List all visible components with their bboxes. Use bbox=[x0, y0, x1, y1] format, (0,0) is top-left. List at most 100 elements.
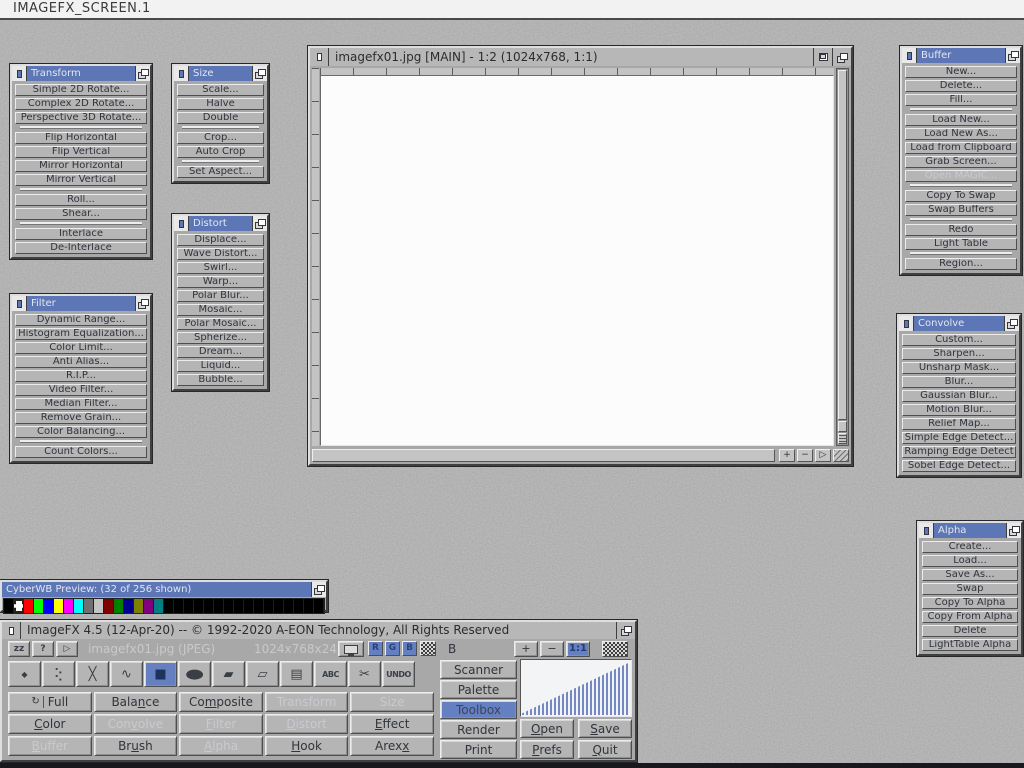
panel-button[interactable]: Sobel Edge Detect... bbox=[902, 460, 1016, 472]
hook-button[interactable]: Hook bbox=[265, 736, 349, 756]
panel-button[interactable]: Set Aspect... bbox=[177, 166, 264, 178]
zoom-in-button[interactable]: + bbox=[779, 449, 795, 462]
panel-button[interactable]: Wave Distort... bbox=[177, 248, 264, 260]
color-swatch[interactable] bbox=[244, 599, 254, 613]
panel-button[interactable]: Roll... bbox=[15, 194, 147, 206]
panel-button[interactable]: Anti Alias... bbox=[15, 356, 147, 368]
red-channel-button[interactable]: R bbox=[368, 641, 383, 656]
color-swatch[interactable] bbox=[214, 599, 224, 613]
pan-button[interactable]: ▷ bbox=[815, 449, 831, 462]
panel-button[interactable]: Mirror Horizontal bbox=[15, 160, 147, 172]
depth-icon[interactable] bbox=[1005, 48, 1020, 63]
panel-button[interactable]: Shear... bbox=[15, 208, 147, 220]
render-button[interactable]: Render bbox=[440, 720, 517, 739]
color-swatch[interactable] bbox=[144, 599, 154, 613]
panel-button[interactable]: Bubble... bbox=[177, 374, 264, 386]
color-swatch[interactable] bbox=[14, 599, 24, 613]
panel-button[interactable]: Grab Screen... bbox=[905, 156, 1017, 168]
color-swatch[interactable] bbox=[264, 599, 274, 613]
depth-icon[interactable] bbox=[135, 296, 150, 311]
horizontal-scrollbar[interactable]: + − ▷ bbox=[312, 449, 849, 462]
color-swatch[interactable] bbox=[284, 599, 294, 613]
panel-button[interactable]: Flip Vertical bbox=[15, 146, 147, 158]
color-swatch[interactable] bbox=[134, 599, 144, 613]
color-swatch[interactable] bbox=[154, 599, 164, 613]
panel-button[interactable]: Count Colors... bbox=[15, 446, 147, 458]
vertical-scrollbar[interactable] bbox=[836, 68, 849, 446]
balance-button[interactable]: Balance bbox=[94, 692, 178, 712]
close-icon[interactable] bbox=[902, 48, 917, 63]
scanner-button[interactable]: Scanner bbox=[440, 660, 517, 679]
blue-channel-button[interactable]: B bbox=[402, 641, 417, 656]
zoom-in-button[interactable]: + bbox=[514, 641, 538, 657]
color-swatch[interactable] bbox=[304, 599, 314, 613]
panel-button[interactable]: New... bbox=[905, 66, 1017, 78]
color-swatch[interactable] bbox=[94, 599, 104, 613]
panel-button[interactable]: Video Filter... bbox=[15, 384, 147, 396]
panel-button[interactable]: Relief Map... bbox=[902, 418, 1016, 430]
text-tool[interactable]: ABC bbox=[314, 661, 347, 687]
panel-button[interactable]: Simple 2D Rotate... bbox=[15, 84, 147, 96]
panel-button[interactable]: Mirror Vertical bbox=[15, 174, 147, 186]
panel-button[interactable]: Polar Blur... bbox=[177, 290, 264, 302]
panel-button[interactable]: Displace... bbox=[177, 234, 264, 246]
panel-button[interactable]: Fill... bbox=[905, 94, 1017, 106]
panel-button[interactable]: Histogram Equalization... bbox=[15, 328, 147, 340]
color-swatch[interactable] bbox=[184, 599, 194, 613]
toolbox-button[interactable]: Toolbox bbox=[440, 700, 517, 719]
quit-button[interactable]: Quit bbox=[578, 740, 632, 759]
panel-button[interactable]: Complex 2D Rotate... bbox=[15, 98, 147, 110]
color-swatch[interactable] bbox=[34, 599, 44, 613]
depth-icon[interactable] bbox=[1004, 316, 1019, 331]
line-tool[interactable]: ╳ bbox=[76, 661, 109, 687]
color-swatch[interactable] bbox=[44, 599, 54, 613]
horizontal-scrollbar-thumb[interactable] bbox=[312, 449, 775, 462]
panel-button[interactable]: Double bbox=[177, 112, 264, 124]
depth-icon[interactable] bbox=[135, 66, 150, 81]
vertical-scrollbar-thumb[interactable] bbox=[838, 70, 847, 420]
panel-button[interactable]: Spherize... bbox=[177, 332, 264, 344]
depth-icon[interactable] bbox=[832, 48, 851, 66]
open-button[interactable]: Open bbox=[520, 719, 574, 738]
panel-button[interactable]: Liquid... bbox=[177, 360, 264, 372]
panel-button[interactable]: Swirl... bbox=[177, 262, 264, 274]
panel-button[interactable]: Load New... bbox=[905, 114, 1017, 126]
composite-button[interactable]: Composite bbox=[179, 692, 263, 712]
box-tool[interactable]: ■ bbox=[144, 661, 177, 687]
green-channel-button[interactable]: G bbox=[385, 641, 400, 656]
color-button[interactable]: Color bbox=[8, 714, 92, 734]
undo-button[interactable]: UNDO bbox=[382, 661, 415, 687]
panel-button[interactable]: Redo bbox=[905, 224, 1017, 236]
color-swatch[interactable] bbox=[124, 599, 134, 613]
color-swatch[interactable] bbox=[64, 599, 74, 613]
image-canvas[interactable] bbox=[320, 75, 834, 446]
zoom-out-button[interactable]: − bbox=[540, 641, 564, 657]
close-icon[interactable] bbox=[174, 66, 189, 81]
panel-button[interactable]: Custom... bbox=[902, 334, 1016, 346]
color-swatch[interactable] bbox=[104, 599, 114, 613]
close-icon[interactable] bbox=[174, 216, 189, 231]
panel-button[interactable]: Polar Mosaic... bbox=[177, 318, 264, 330]
close-icon[interactable] bbox=[12, 296, 27, 311]
panel-button[interactable]: Dream... bbox=[177, 346, 264, 358]
panel-button[interactable]: Region... bbox=[905, 258, 1017, 270]
panel-button[interactable]: Crop... bbox=[177, 132, 264, 144]
close-icon[interactable] bbox=[919, 523, 934, 538]
color-swatch[interactable] bbox=[54, 599, 64, 613]
curve-tool[interactable]: ∿ bbox=[110, 661, 143, 687]
polygon-tool[interactable]: ▰ bbox=[212, 661, 245, 687]
zoom-ratio-button[interactable]: 1:1 bbox=[566, 641, 590, 657]
color-swatch[interactable] bbox=[314, 599, 324, 613]
color-swatch[interactable] bbox=[174, 599, 184, 613]
panel-button[interactable]: Interlace bbox=[15, 228, 147, 240]
display-mode-button[interactable] bbox=[338, 641, 364, 657]
panel-button[interactable]: Mosaic... bbox=[177, 304, 264, 316]
panel-button[interactable]: Sharpen... bbox=[902, 348, 1016, 360]
sleep-button[interactable]: zz bbox=[8, 641, 30, 657]
dither-swatch[interactable] bbox=[420, 641, 436, 656]
save-button[interactable]: Save bbox=[578, 719, 632, 738]
panel-button[interactable]: Swap bbox=[922, 583, 1018, 595]
panel-button[interactable]: Delete bbox=[922, 625, 1018, 637]
color-swatch[interactable] bbox=[164, 599, 174, 613]
panel-button[interactable]: Simple Edge Detect... bbox=[902, 432, 1016, 444]
